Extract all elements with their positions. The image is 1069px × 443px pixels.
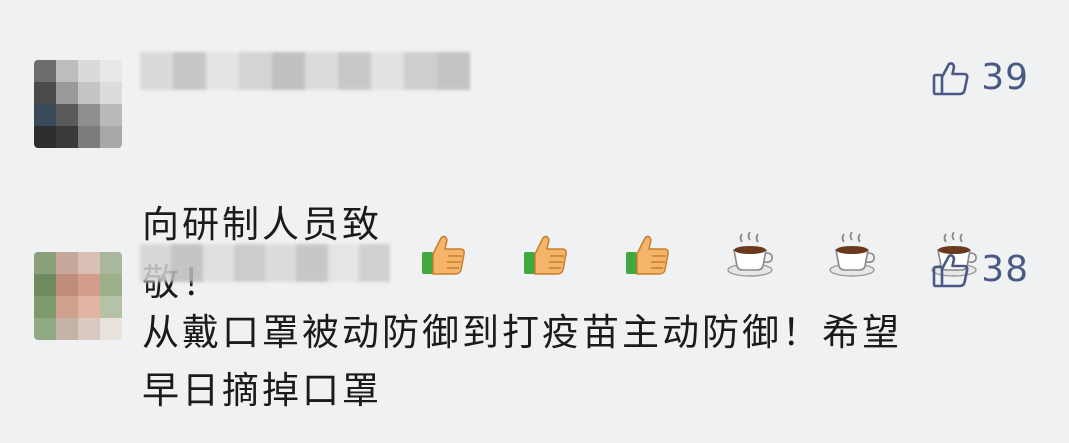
username-blurred[interactable] [140, 52, 470, 90]
comment-item: 39 向研制人员致敬！ [0, 40, 1069, 304]
thumbs-up-outline-icon [931, 250, 971, 290]
avatar[interactable] [34, 252, 122, 340]
comment-item: 38 从戴口罩被动防御到打疫苗主动防御！希望 早日摘掉口罩 [0, 238, 1069, 438]
avatar[interactable] [34, 60, 122, 148]
like-count: 39 [981, 57, 1029, 98]
like-button[interactable]: 39 [931, 58, 1029, 98]
like-button[interactable]: 38 [931, 250, 1029, 290]
username-blurred[interactable] [140, 244, 390, 282]
thumbs-up-outline-icon [931, 58, 971, 98]
like-count: 38 [981, 249, 1029, 290]
comment-text: 从戴口罩被动防御到打疫苗主动防御！希望 早日摘掉口罩 [142, 311, 902, 412]
